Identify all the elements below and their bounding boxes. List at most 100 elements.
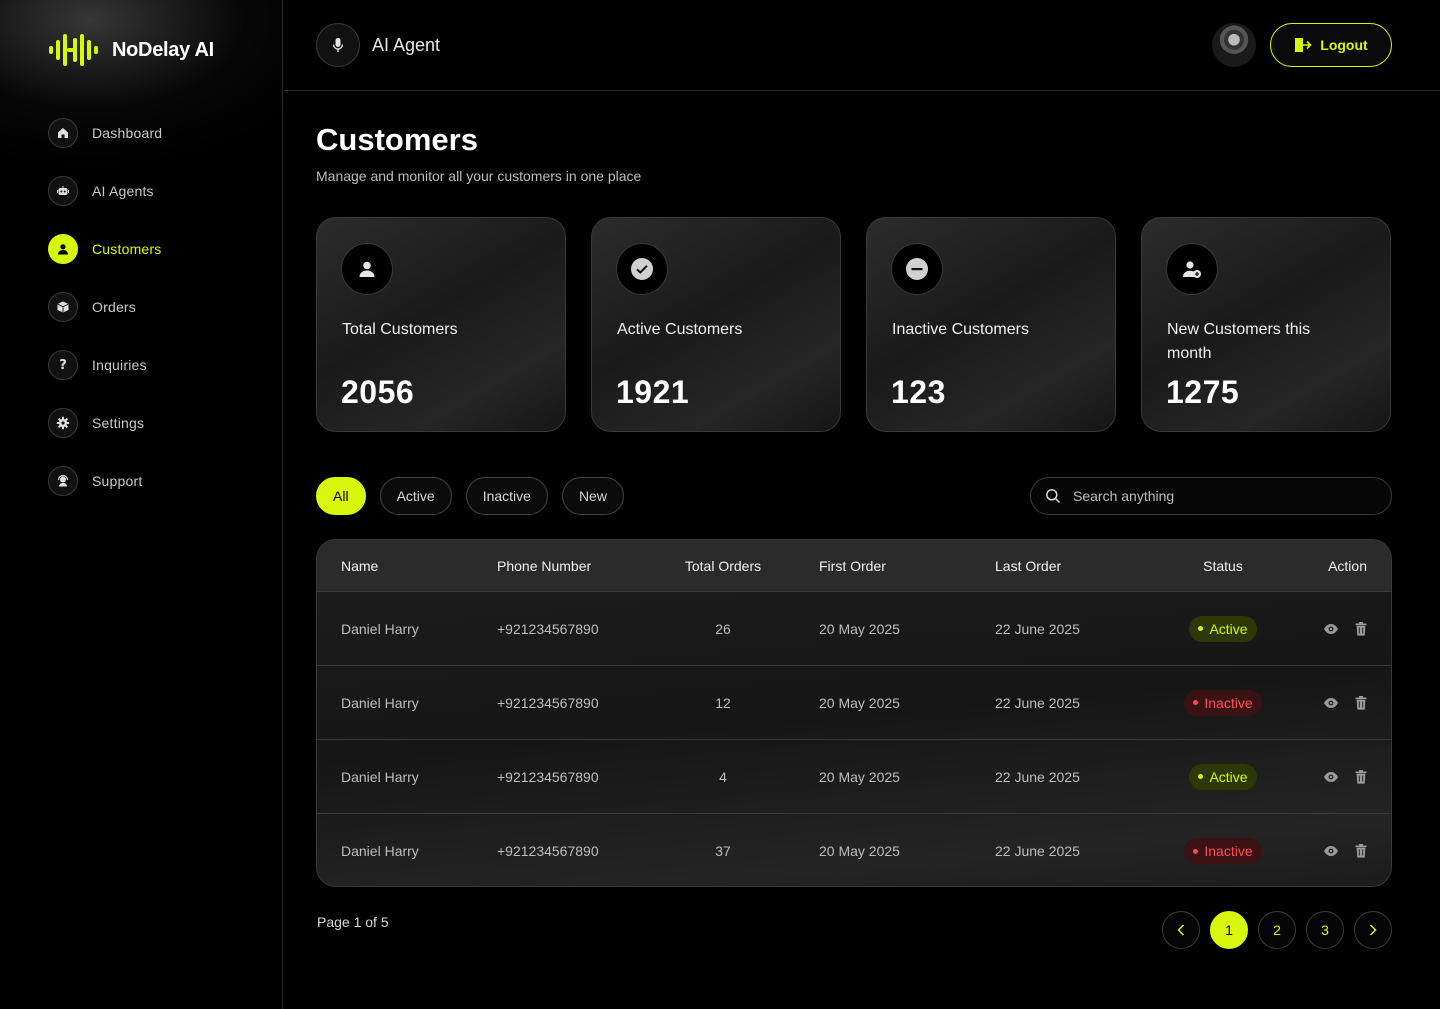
column-header-first-order[interactable]: First Order: [789, 558, 995, 574]
column-header-status[interactable]: Status: [1155, 558, 1291, 574]
home-icon: [48, 118, 78, 148]
question-icon: ?: [48, 350, 78, 380]
cell-first-order: 20 May 2025: [819, 843, 900, 859]
headset-icon: [48, 466, 78, 496]
table-row[interactable]: Daniel Harry +921234567890 37 20 May 202…: [317, 814, 1391, 886]
page-button-3[interactable]: 3: [1306, 911, 1344, 949]
status-dot: [1193, 700, 1199, 705]
cell-last-order: 22 June 2025: [995, 694, 1080, 711]
header-title: AI Agent: [372, 35, 441, 55]
filter-chip-inactive[interactable]: Inactive: [465, 477, 548, 515]
sidebar-item-label: Orders: [92, 299, 136, 315]
cell-last-order: 22 June 2025: [995, 620, 1080, 637]
sidebar-item-dashboard[interactable]: Dashboard: [48, 116, 268, 150]
sidebar-item-settings[interactable]: Settings: [48, 406, 268, 440]
sidebar-item-customers[interactable]: Customers: [48, 232, 268, 266]
search-box[interactable]: [1030, 477, 1392, 515]
sidebar-item-label: Customers: [92, 241, 162, 257]
cell-phone: +921234567890: [497, 694, 599, 711]
sidebar: NoDelay AI Dashboard AI Agents Customers…: [0, 0, 283, 1009]
status-badge: Active: [1189, 763, 1257, 790]
status-badge: Inactive: [1184, 838, 1262, 864]
column-header-last-order[interactable]: Last Order: [995, 558, 1155, 574]
column-header-phone[interactable]: Phone Number: [497, 558, 657, 574]
avatar[interactable]: [1212, 23, 1256, 67]
cell-phone: +921234567890: [497, 620, 599, 637]
logout-button[interactable]: Logout: [1270, 23, 1392, 67]
page-button-2[interactable]: 2: [1258, 911, 1296, 949]
status-label: Inactive: [1204, 843, 1253, 859]
table-header: Name Phone Number Total Orders First Ord…: [317, 540, 1391, 592]
filter-chip-new[interactable]: New: [561, 477, 624, 515]
cell-name: Daniel Harry: [341, 843, 419, 859]
trash-icon[interactable]: [1355, 769, 1367, 784]
table-row[interactable]: Daniel Harry +921234567890 4 20 May 2025…: [317, 740, 1391, 814]
sidebar-item-label: Dashboard: [92, 125, 163, 141]
brand-name: NoDelay AI: [112, 38, 214, 61]
user-icon: [341, 243, 393, 295]
cell-total-orders: 12: [715, 694, 731, 711]
sidebar-item-ai-agents[interactable]: AI Agents: [48, 174, 268, 208]
sidebar-item-orders[interactable]: Orders: [48, 290, 268, 324]
user-add-icon: [1166, 243, 1218, 295]
stat-card-active-customers: Active Customers 1921: [591, 217, 841, 432]
column-header-name[interactable]: Name: [317, 558, 497, 574]
sidebar-item-support[interactable]: Support: [48, 464, 268, 498]
stats-row: Total Customers 2056 Active Customers 19…: [316, 217, 1391, 432]
eye-icon[interactable]: [1323, 697, 1339, 709]
eye-icon[interactable]: [1323, 771, 1339, 783]
cell-actions: [1291, 695, 1391, 710]
status-label: Active: [1209, 620, 1248, 637]
sidebar-item-label: Support: [92, 473, 143, 489]
cell-first-order: 20 May 2025: [819, 768, 900, 785]
microphone-button[interactable]: [316, 23, 360, 67]
eye-icon[interactable]: [1323, 845, 1339, 857]
stat-value: 123: [891, 374, 946, 410]
stat-label: Inactive Customers: [892, 321, 1029, 338]
status-dot: [1198, 626, 1204, 631]
table-row[interactable]: Daniel Harry +921234567890 26 20 May 202…: [317, 592, 1391, 666]
stat-card-inactive-customers: Inactive Customers 123: [866, 217, 1116, 432]
page-button-1[interactable]: 1: [1210, 911, 1248, 949]
sidebar-item-inquiries[interactable]: ? Inquiries: [48, 348, 268, 382]
prev-page-button[interactable]: [1162, 911, 1200, 949]
brand-logo[interactable]: NoDelay AI: [48, 32, 214, 68]
page-subtitle: Manage and monitor all your customers in…: [316, 168, 642, 184]
chevron-left-icon: [1177, 924, 1185, 936]
cell-name: Daniel Harry: [341, 694, 419, 711]
table-row[interactable]: Daniel Harry +921234567890 12 20 May 202…: [317, 666, 1391, 740]
pagination-info: Page 1 of 5: [317, 914, 389, 930]
stat-label: Active Customers: [617, 321, 743, 338]
cell-last-order: 22 June 2025: [995, 768, 1080, 785]
cell-status: Active: [1155, 763, 1291, 790]
logout-icon: [1295, 38, 1312, 52]
cell-name: Daniel Harry: [341, 768, 419, 785]
logout-label: Logout: [1320, 37, 1368, 53]
minus-circle-icon: [891, 243, 943, 295]
filter-chip-active[interactable]: Active: [379, 477, 452, 515]
stat-value: 1275: [1166, 374, 1240, 410]
trash-icon[interactable]: [1355, 695, 1367, 710]
cell-first-order: 20 May 2025: [819, 694, 900, 711]
stat-card-total-customers: Total Customers 2056: [316, 217, 566, 432]
search-input[interactable]: [1073, 488, 1363, 504]
stat-value: 1921: [616, 374, 690, 410]
column-header-total-orders[interactable]: Total Orders: [657, 558, 789, 574]
customers-table: Name Phone Number Total Orders First Ord…: [316, 539, 1392, 887]
filter-chip-all[interactable]: All: [316, 477, 366, 515]
cell-actions: [1291, 769, 1391, 784]
sidebar-item-label: Settings: [92, 415, 145, 431]
cell-first-order: 20 May 2025: [819, 620, 900, 637]
eye-icon[interactable]: [1323, 623, 1339, 635]
stat-value: 2056: [341, 374, 415, 410]
search-icon: [1046, 489, 1061, 504]
trash-icon[interactable]: [1355, 621, 1367, 636]
cell-actions: [1291, 621, 1391, 636]
trash-icon[interactable]: [1355, 844, 1367, 858]
stat-card-new-customers: New Customers this month 1275: [1141, 217, 1391, 432]
next-page-button[interactable]: [1354, 911, 1392, 949]
status-label: Active: [1209, 768, 1248, 785]
box-icon: [48, 292, 78, 322]
cell-actions: [1291, 844, 1391, 858]
sidebar-item-label: Inquiries: [92, 357, 147, 373]
